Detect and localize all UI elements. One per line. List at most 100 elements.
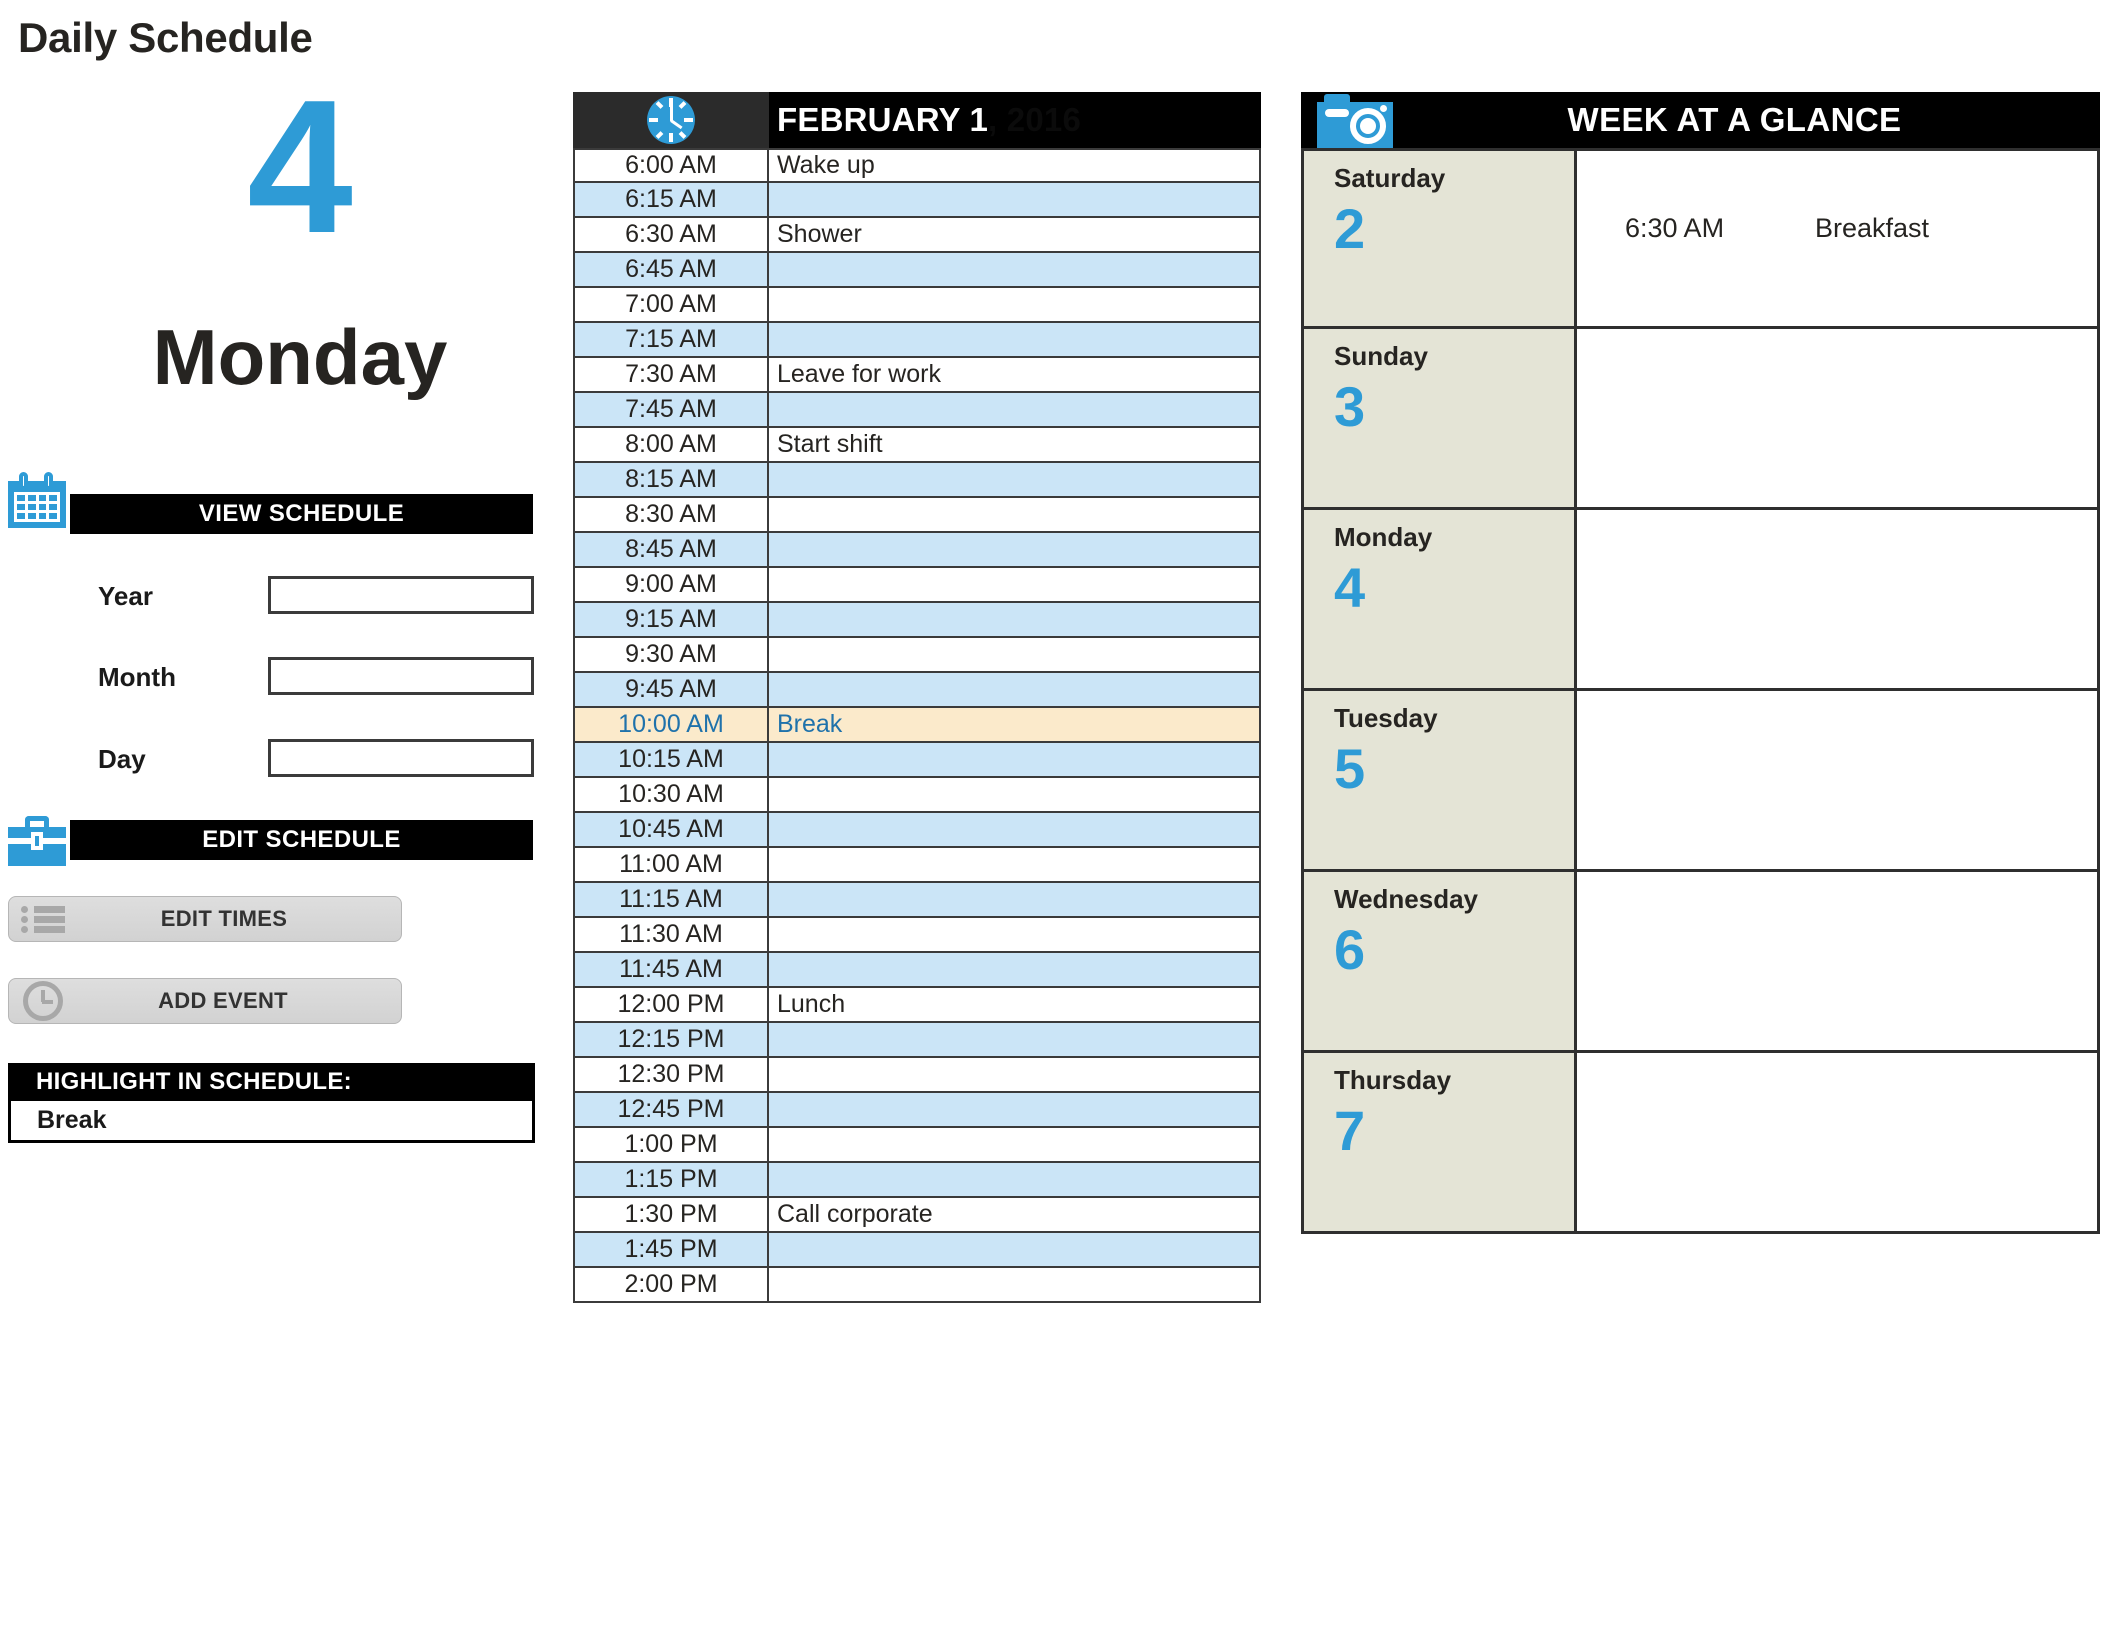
schedule-row-event[interactable] <box>769 323 1261 356</box>
week-day-events[interactable]: 6:30 AM Breakfast <box>1577 151 2100 326</box>
schedule-row-time: 10:45 AM <box>573 813 769 846</box>
week-day-row[interactable]: Tuesday 5 <box>1301 691 2100 872</box>
schedule-row[interactable]: 1:45 PM <box>573 1233 1261 1268</box>
schedule-row-event[interactable] <box>769 673 1261 706</box>
calendar-icon <box>8 472 66 528</box>
week-day-row[interactable]: Saturday 2 6:30 AM Breakfast <box>1301 148 2100 329</box>
schedule-row[interactable]: 7:15 AM <box>573 323 1261 358</box>
schedule-row-event[interactable] <box>769 393 1261 426</box>
week-title: WEEK AT A GLANCE <box>1567 101 1902 138</box>
schedule-row-event[interactable] <box>769 1233 1261 1266</box>
schedule-row-event[interactable]: Lunch <box>769 988 1261 1021</box>
week-day-row[interactable]: Wednesday 6 <box>1301 872 2100 1053</box>
schedule-row-event[interactable] <box>769 743 1261 776</box>
week-day-number: 6 <box>1334 918 1366 981</box>
schedule-row-event[interactable] <box>769 463 1261 496</box>
month-label: Month <box>98 662 176 692</box>
schedule-row-time: 7:00 AM <box>573 288 769 321</box>
schedule-row-event[interactable] <box>769 1093 1261 1126</box>
week-day-events[interactable] <box>1577 329 2100 507</box>
schedule-row[interactable]: 6:45 AM <box>573 253 1261 288</box>
schedule-row[interactable]: 11:15 AM <box>573 883 1261 918</box>
schedule-row[interactable]: 7:45 AM <box>573 393 1261 428</box>
week-day-events[interactable] <box>1577 872 2100 1050</box>
schedule-row-event[interactable]: Call corporate <box>769 1198 1261 1231</box>
year-input[interactable] <box>268 576 534 614</box>
schedule-row[interactable]: 9:00 AM <box>573 568 1261 603</box>
add-event-button[interactable]: ADD EVENT <box>8 978 402 1024</box>
schedule-row-time: 1:15 PM <box>573 1163 769 1196</box>
schedule-row-event[interactable] <box>769 638 1261 671</box>
week-day-row[interactable]: Thursday 7 <box>1301 1053 2100 1234</box>
schedule-row-event[interactable] <box>769 498 1261 531</box>
week-day-row[interactable]: Monday 4 <box>1301 510 2100 691</box>
schedule-row[interactable]: 8:00 AM Start shift <box>573 428 1261 463</box>
schedule-row-event[interactable] <box>769 778 1261 811</box>
day-input[interactable] <box>268 739 534 777</box>
schedule-row[interactable]: 8:45 AM <box>573 533 1261 568</box>
schedule-row[interactable]: 7:30 AM Leave for work <box>573 358 1261 393</box>
week-day-name: Sunday <box>1334 341 1428 371</box>
schedule-row[interactable]: 10:45 AM <box>573 813 1261 848</box>
schedule-row-event[interactable]: Leave for work <box>769 358 1261 391</box>
schedule-row[interactable]: 12:00 PM Lunch <box>573 988 1261 1023</box>
schedule-row-event[interactable] <box>769 288 1261 321</box>
schedule-row[interactable]: 1:00 PM <box>573 1128 1261 1163</box>
schedule-row[interactable]: 8:15 AM <box>573 463 1261 498</box>
week-day-events[interactable] <box>1577 691 2100 869</box>
schedule-row[interactable]: 12:15 PM <box>573 1023 1261 1058</box>
schedule-row-event[interactable] <box>769 1058 1261 1091</box>
schedule-row[interactable]: 12:45 PM <box>573 1093 1261 1128</box>
schedule-row[interactable]: 6:00 AM Wake up <box>573 148 1261 183</box>
week-day-column: Tuesday 5 <box>1301 691 1577 869</box>
list-icon <box>21 904 65 934</box>
edit-times-label: EDIT TIMES <box>160 906 288 931</box>
month-input[interactable] <box>268 657 534 695</box>
highlight-value: Break <box>37 1106 107 1134</box>
schedule-row[interactable]: 1:30 PM Call corporate <box>573 1198 1261 1233</box>
schedule-row[interactable]: 11:00 AM <box>573 848 1261 883</box>
schedule-row-event[interactable] <box>769 918 1261 951</box>
schedule-row-event[interactable] <box>769 533 1261 566</box>
schedule-row-time: 10:15 AM <box>573 743 769 776</box>
schedule-row[interactable]: 11:45 AM <box>573 953 1261 988</box>
schedule-row-event[interactable]: Shower <box>769 218 1261 251</box>
schedule-row-event[interactable]: Break <box>769 708 1261 741</box>
schedule-row[interactable]: 1:15 PM <box>573 1163 1261 1198</box>
schedule-row[interactable]: 6:15 AM <box>573 183 1261 218</box>
schedule-row[interactable]: 10:00 AM Break <box>573 708 1261 743</box>
week-day-number: 2 <box>1334 197 1366 260</box>
schedule-row[interactable]: 9:45 AM <box>573 673 1261 708</box>
schedule-row[interactable]: 7:00 AM <box>573 288 1261 323</box>
schedule-row-event[interactable] <box>769 568 1261 601</box>
schedule-row[interactable]: 8:30 AM <box>573 498 1261 533</box>
week-day-events[interactable] <box>1577 1053 2100 1231</box>
schedule-row-event[interactable]: Wake up <box>769 150 1261 181</box>
schedule-row-event[interactable] <box>769 848 1261 881</box>
schedule-row[interactable]: 2:00 PM <box>573 1268 1261 1303</box>
schedule-row[interactable]: 10:30 AM <box>573 778 1261 813</box>
schedule-row[interactable]: 11:30 AM <box>573 918 1261 953</box>
week-day-number: 4 <box>1334 556 1366 619</box>
schedule-row-event[interactable] <box>769 183 1261 216</box>
schedule-row[interactable]: 6:30 AM Shower <box>573 218 1261 253</box>
schedule-row[interactable]: 10:15 AM <box>573 743 1261 778</box>
schedule-row[interactable]: 12:30 PM <box>573 1058 1261 1093</box>
schedule-row[interactable]: 9:30 AM <box>573 638 1261 673</box>
schedule-row-event[interactable] <box>769 1128 1261 1161</box>
schedule-row-event[interactable] <box>769 1268 1261 1301</box>
week-day-row[interactable]: Sunday 3 <box>1301 329 2100 510</box>
schedule-row-event[interactable] <box>769 1023 1261 1056</box>
schedule-row-event[interactable] <box>769 813 1261 846</box>
edit-times-button[interactable]: EDIT TIMES <box>8 896 402 942</box>
week-day-events[interactable] <box>1577 510 2100 688</box>
selected-day-weekday: Monday <box>152 313 448 401</box>
schedule-row-event[interactable] <box>769 1163 1261 1196</box>
schedule-row-event[interactable] <box>769 603 1261 636</box>
schedule-row-event[interactable] <box>769 253 1261 286</box>
schedule-row[interactable]: 9:15 AM <box>573 603 1261 638</box>
schedule-row-event[interactable]: Start shift <box>769 428 1261 461</box>
schedule-row-event[interactable] <box>769 883 1261 916</box>
schedule-row-event[interactable] <box>769 953 1261 986</box>
highlight-value-field[interactable]: Break <box>8 1101 535 1143</box>
